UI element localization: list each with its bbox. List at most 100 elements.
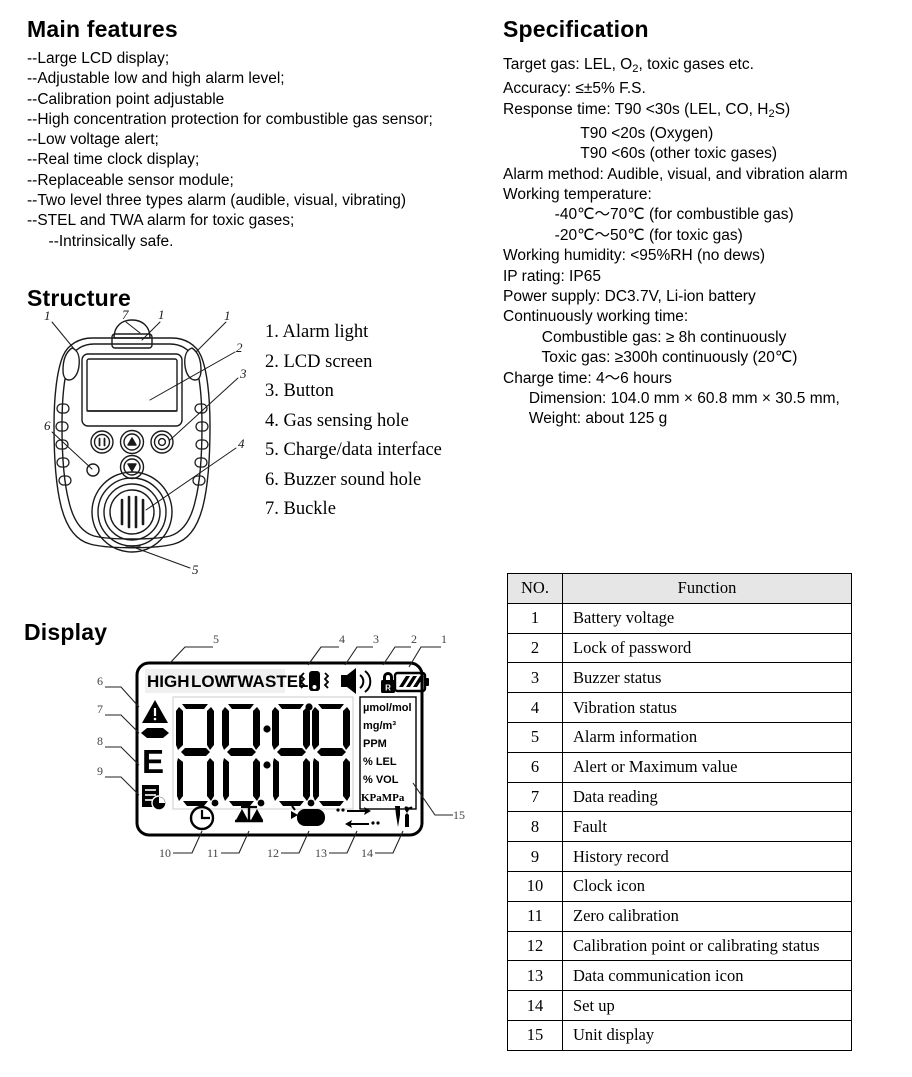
callout-1-left: 1: [44, 308, 51, 323]
spec-line: Accuracy: ≤±5% F.S.: [503, 80, 646, 98]
leader-5: [132, 546, 191, 569]
lcd-screen-inner: [86, 358, 178, 412]
status-high: HIGH: [147, 672, 190, 691]
cell-no: 1: [507, 602, 563, 634]
spec-line-response-time: Response time: T90 <30s (LEL, CO, H2S): [503, 100, 903, 124]
cell-function: Unit display: [562, 1019, 852, 1051]
spec-line: Continuously working time:: [503, 308, 689, 326]
table-row: 12 Calibration point or calibrating stat…: [507, 930, 852, 962]
feature-item: --Replaceable sensor module;: [27, 171, 234, 189]
callout-4: 4: [238, 436, 245, 451]
spec-target-gas-tail: , toxic gases etc.: [638, 56, 754, 73]
callout-10: 10: [159, 846, 171, 860]
feature-item: --STEL and TWA alarm for toxic gases;: [27, 212, 295, 230]
unit-vol: % VOL: [363, 774, 399, 786]
cell-function: Calibration point or calibrating status: [562, 930, 852, 962]
table-row: 1 Battery voltage: [507, 602, 852, 634]
triangle-up-glyph: [127, 437, 137, 446]
spec-line: Dimension: 104.0 mm × 60.8 mm × 30.5 mm,: [503, 390, 840, 408]
callout-13: 13: [315, 846, 327, 860]
cell-no: 3: [507, 662, 563, 694]
sensor-ring-core: [109, 489, 155, 535]
feature-item: --Adjustable low and high alarm level;: [27, 70, 285, 88]
spec-line: Weight: about 125 g: [503, 410, 668, 428]
cell-function: History record: [562, 841, 852, 872]
table-row: 13 Data communication icon: [507, 960, 852, 992]
callout-3: 3: [373, 632, 379, 646]
table-row: 9 History record: [507, 841, 852, 872]
cell-function: Alarm information: [562, 721, 852, 753]
callout-5: 5: [213, 632, 219, 646]
table-body: 1 Battery voltage 2 Lock of password 3 B…: [507, 602, 852, 1051]
spec-line: T90 <20s (Oxygen): [503, 124, 714, 142]
spec-line-target-gas: Target gas: LEL, O2, toxic gases etc.: [503, 55, 903, 79]
callout-5: 5: [192, 562, 199, 577]
buckle: [113, 319, 151, 339]
cell-function: Buzzer status: [562, 662, 852, 694]
header-function: Function: [562, 573, 852, 604]
button-pause-inner: [93, 433, 111, 451]
cell-no: 11: [507, 900, 563, 932]
legend-item: 2. LCD screen: [265, 351, 373, 372]
table-row: 11 Zero calibration: [507, 900, 852, 932]
cell-function: Fault: [562, 811, 852, 843]
cell-no: 6: [507, 751, 563, 783]
main-features-heading: Main features: [27, 16, 178, 42]
feature-item: --Intrinsically safe.: [27, 232, 174, 250]
fault-letter-e: E: [142, 743, 164, 780]
leader-7: [125, 321, 141, 334]
cell-no: 8: [507, 811, 563, 843]
spec-line: IP rating: IP65: [503, 267, 601, 285]
sensor-grille-bars: [120, 495, 145, 529]
cell-no: 13: [507, 960, 563, 992]
cell-function: Vibration status: [562, 692, 852, 723]
legend-item: 6. Buzzer sound hole: [265, 469, 422, 490]
feature-item: --Low voltage alert;: [27, 131, 159, 149]
spec-line: Power supply: DC3.7V, Li-ion battery: [503, 288, 756, 306]
cell-no: 10: [507, 870, 563, 902]
leader-4: [145, 447, 237, 511]
table-row: 6 Alert or Maximum value: [507, 751, 852, 783]
cell-function: Set up: [562, 990, 852, 1021]
cell-no: 4: [507, 692, 563, 723]
callout-4: 4: [339, 632, 345, 646]
callout-6: 6: [44, 418, 51, 433]
callout-8: 8: [97, 734, 103, 748]
spec-line: T90 <60s (other toxic gases): [503, 145, 778, 163]
unit-ppm: PPM: [363, 738, 387, 750]
feature-item: --High concentration protection for comb…: [27, 110, 433, 128]
legend-item: 5. Charge/data interface: [265, 440, 442, 460]
cell-no: 7: [507, 781, 563, 813]
spec-line: Toxic gas: ≥300h continuously (20℃): [503, 349, 798, 367]
cell-function: Zero calibration: [562, 900, 852, 932]
main-features-section: Main features --Large LCD display; --Adj…: [27, 16, 487, 252]
cell-function: Battery voltage: [562, 602, 852, 634]
table-header-row: NO. Function: [507, 573, 852, 604]
spec-line: -40℃～70℃ (for combustible gas): [503, 206, 794, 224]
legend-item: 3. Button: [265, 381, 334, 401]
table-row: 15 Unit display: [507, 1019, 852, 1051]
datasheet-page: Main features --Large LCD display; --Adj…: [0, 0, 912, 1077]
upper-decimal-point: [305, 703, 313, 711]
unit-lel: % LEL: [363, 756, 397, 768]
callout-7: 7: [122, 307, 129, 322]
callout-1-top: 1: [158, 307, 165, 322]
feature-item: --Two level three types alarm (audible, …: [27, 192, 407, 210]
unit-umol: µmol/mol: [363, 702, 412, 714]
status-low: LOW: [191, 672, 232, 691]
unit-kpampa: KPaMPa: [361, 792, 405, 804]
cell-no: 15: [507, 1019, 563, 1051]
status-twa: TWA: [227, 672, 265, 691]
device-diagram: 1 7 1 1 2 3 6 4 5: [44, 307, 247, 577]
leader-1-right: [195, 321, 227, 353]
sensor-ring-inner: [103, 483, 161, 541]
lcd-status-labels: HIGH LOW TWA STEL: [147, 672, 308, 691]
button-power-inner: [153, 433, 171, 451]
leader-7: [105, 714, 140, 734]
unit-mgm3: mg/m³: [363, 720, 396, 732]
leader-6: [105, 686, 140, 708]
lcd-diagram: HIGH LOW TWA STEL R E µmol/mol mg/m³ PPM…: [97, 632, 465, 860]
legend-item: 4. Gas sensing hole: [265, 410, 409, 431]
table-row: 8 Fault: [507, 811, 852, 843]
feature-item: --Real time clock display;: [27, 151, 200, 169]
